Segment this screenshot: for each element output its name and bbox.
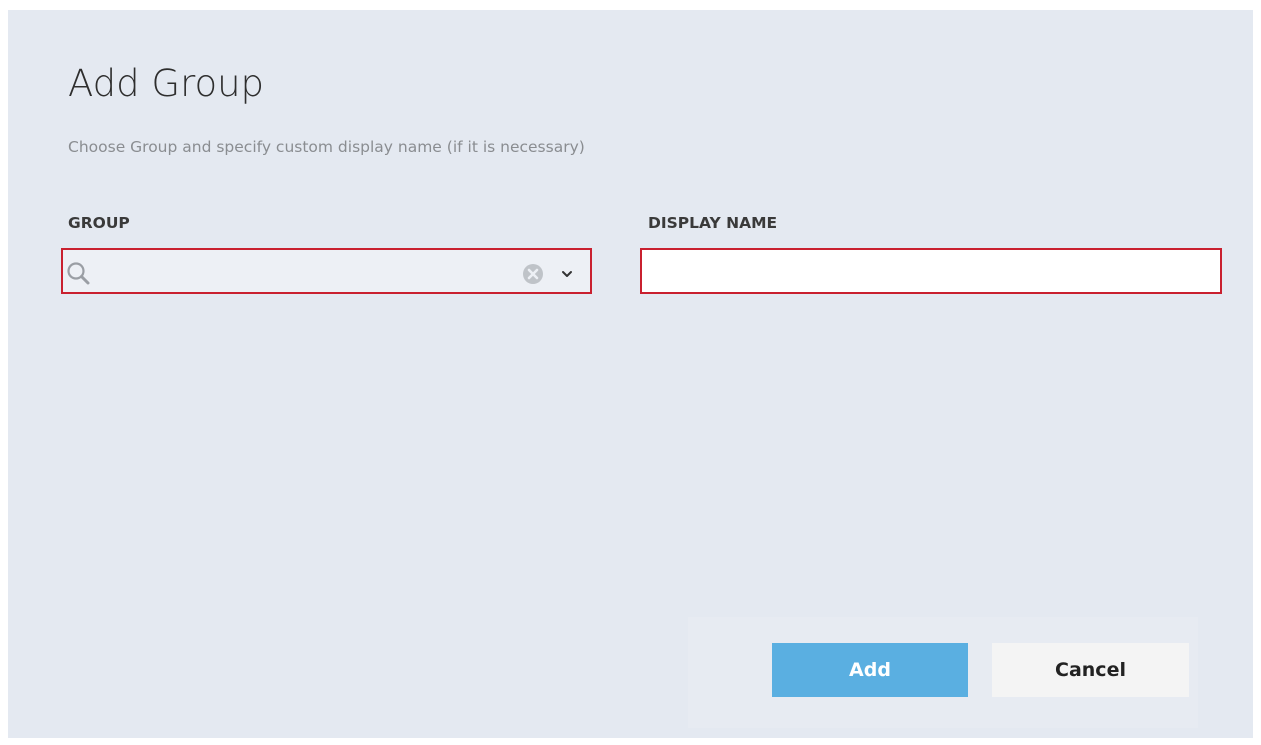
chevron-down-icon[interactable]: [559, 266, 575, 282]
display-name-input[interactable]: [640, 248, 1222, 294]
dialog-subtitle: Choose Group and specify custom display …: [68, 138, 585, 156]
search-icon: [67, 262, 90, 285]
dialog-title: Add Group: [68, 62, 265, 105]
display-name-label: DISPLAY NAME: [648, 214, 778, 232]
clear-icon[interactable]: [522, 263, 544, 285]
group-combobox[interactable]: [61, 248, 592, 294]
add-button[interactable]: Add: [772, 643, 968, 697]
group-search-input[interactable]: [97, 256, 521, 288]
cancel-button[interactable]: Cancel: [992, 643, 1189, 697]
group-label: GROUP: [68, 214, 130, 232]
